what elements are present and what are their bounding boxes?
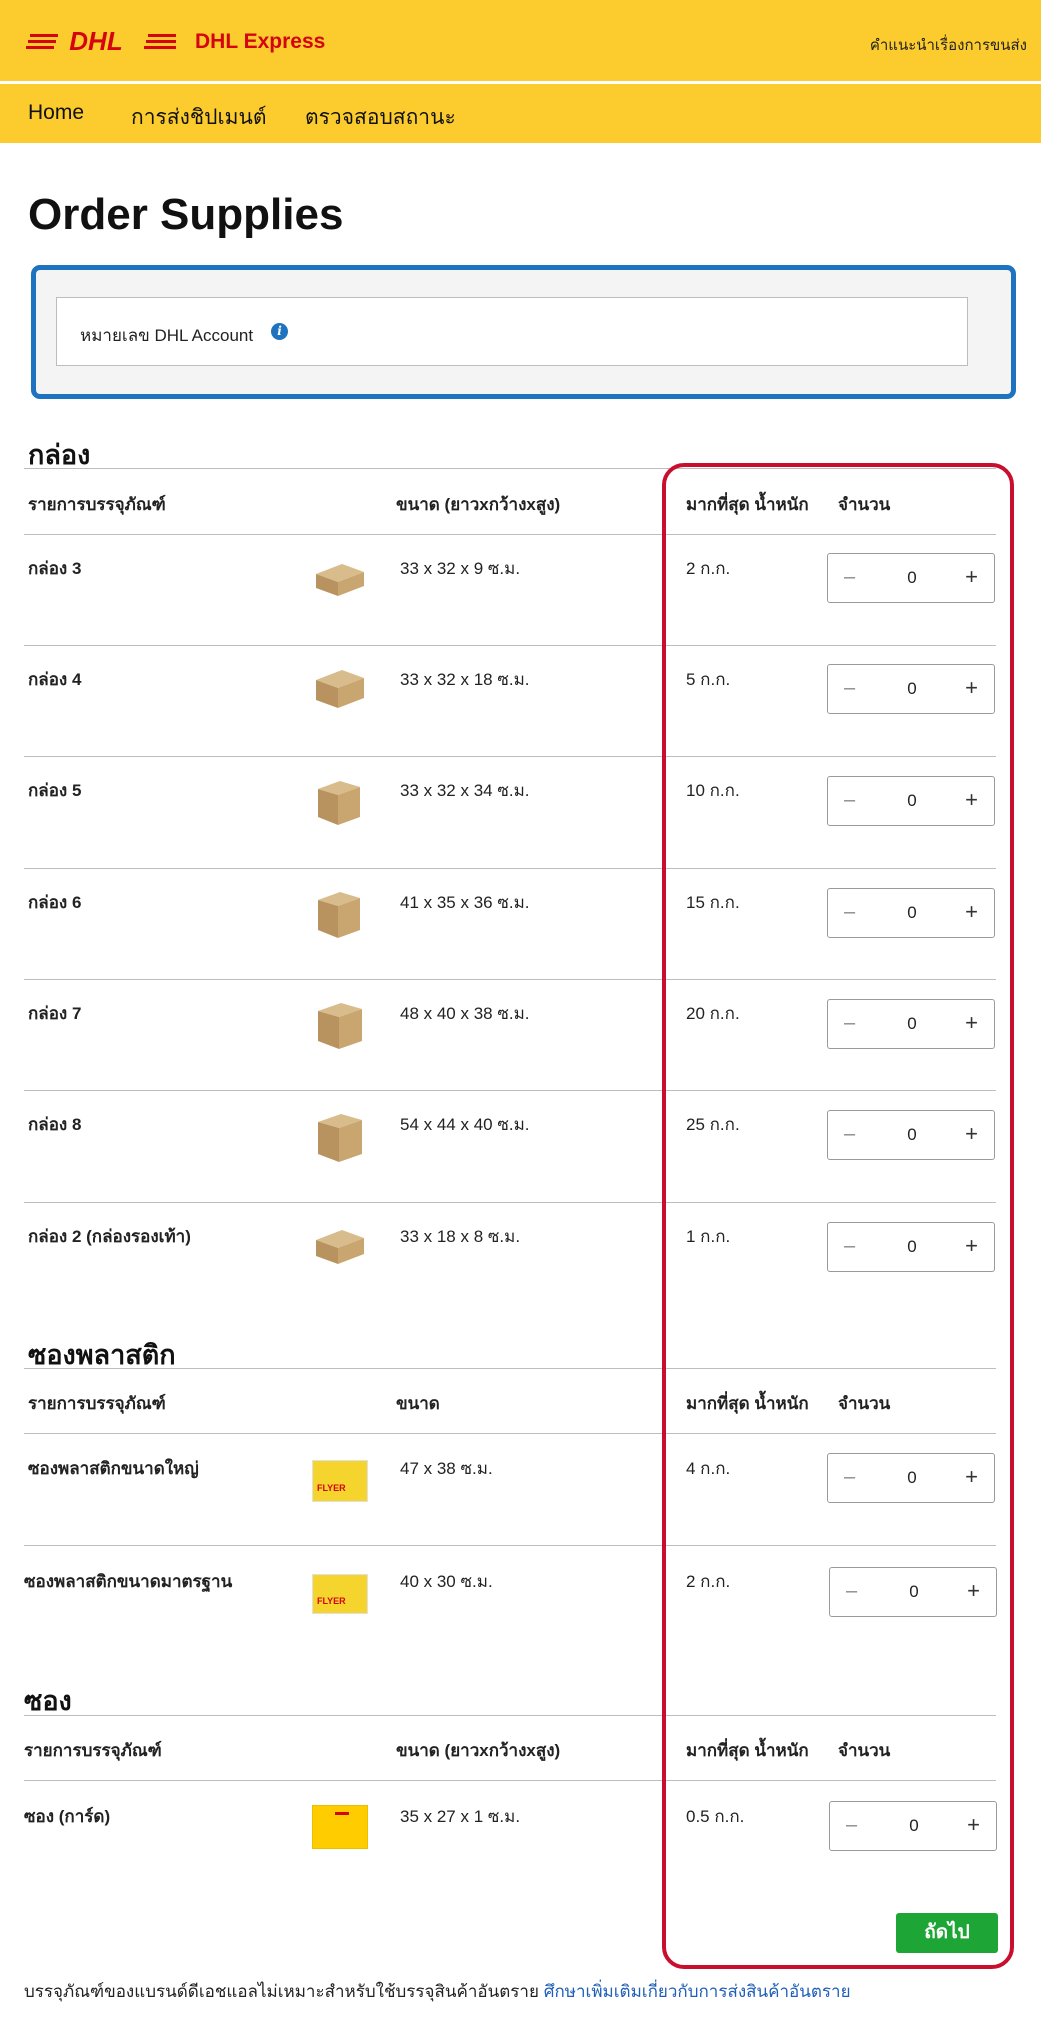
- account-label: หมายเลข DHL Account: [80, 326, 254, 345]
- item-name: กล่อง 4: [28, 670, 82, 689]
- box-thumbnail: [316, 564, 364, 596]
- flyer-thumb-label: FLYER: [317, 1596, 346, 1606]
- col-header-size: ขนาด (ยาวxกว้างxสูง): [396, 1741, 561, 1760]
- box-thumbnail: [316, 1230, 364, 1264]
- info-icon[interactable]: i: [271, 323, 288, 340]
- item-name: กล่อง 3: [28, 559, 82, 578]
- item-name: กล่อง 2 (กล่องรองเท้า): [28, 1227, 191, 1246]
- col-header-size: ขนาด (ยาวxกว้างxสูง): [396, 495, 561, 514]
- nav-home[interactable]: Home: [28, 101, 84, 125]
- flyer-thumb-label: FLYER: [317, 1483, 346, 1493]
- section-title-boxes: กล่อง: [28, 440, 91, 470]
- shipping-help-link[interactable]: คำแนะนำเรื่องการขนส่ง: [870, 33, 1027, 57]
- box-thumbnail: [316, 670, 364, 708]
- envelope-thumbnail: [312, 1805, 368, 1849]
- logo-text: DHL: [69, 26, 122, 56]
- main-nav: Home การส่งชิปเมนต์ ตรวจสอบสถานะ: [0, 84, 1041, 143]
- box-thumbnail: [318, 892, 360, 938]
- dhl-logo[interactable]: DHL: [26, 26, 176, 56]
- box-thumbnail: [318, 1003, 362, 1049]
- item-name: กล่อง 5: [28, 781, 82, 800]
- nav-shipments[interactable]: การส่งชิปเมนต์: [131, 101, 266, 134]
- box-thumbnail: [318, 781, 360, 825]
- flyer-thumbnail: FLYER: [312, 1574, 368, 1614]
- item-size: 33 x 32 x 34 ซ.ม.: [400, 781, 530, 800]
- item-size: 33 x 18 x 8 ซ.ม.: [400, 1227, 521, 1246]
- item-name: ซองพลาสติกขนาดมาตรฐาน: [24, 1572, 233, 1591]
- item-size: 54 x 44 x 40 ซ.ม.: [400, 1115, 530, 1134]
- item-name: กล่อง 8: [28, 1115, 82, 1134]
- item-size: 41 x 35 x 36 ซ.ม.: [400, 893, 530, 912]
- dangerous-goods-note: บรรจุภัณฑ์ของแบรนด์ดีเอชแอลไม่เหมาะสำหรั…: [24, 1978, 851, 2005]
- item-size: 35 x 27 x 1 ซ.ม.: [400, 1807, 521, 1826]
- col-header-size: ขนาด: [396, 1394, 440, 1413]
- item-size: 33 x 32 x 9 ซ.ม.: [400, 559, 521, 578]
- section-title-flyers: ซองพลาสติก: [28, 1340, 176, 1370]
- item-name: ซองพลาสติกขนาดใหญ่: [28, 1459, 199, 1478]
- dangerous-goods-link[interactable]: ศึกษาเพิ่มเติมเกี่ยวกับการส่งสินค้าอันตร…: [544, 1982, 851, 2001]
- quantity-highlight-box: [662, 463, 1014, 1969]
- flyer-thumbnail: FLYER: [312, 1460, 368, 1502]
- item-size: 48 x 40 x 38 ซ.ม.: [400, 1004, 530, 1023]
- footnote-text: บรรจุภัณฑ์ของแบรนด์ดีเอชแอลไม่เหมาะสำหรั…: [24, 1982, 539, 2001]
- box-thumbnail: [318, 1114, 362, 1162]
- top-header: DHL DHL Express คำแนะนำเรื่องการขนส่ง: [0, 0, 1041, 81]
- page-title: Order Supplies: [28, 190, 344, 239]
- item-size: 47 x 38 ซ.ม.: [400, 1459, 493, 1478]
- col-header-item: รายการบรรจุภัณฑ์: [28, 1394, 166, 1413]
- item-size: 33 x 32 x 18 ซ.ม.: [400, 670, 530, 689]
- item-name: กล่อง 7: [28, 1004, 82, 1023]
- col-header-item: รายการบรรจุภัณฑ์: [24, 1741, 162, 1760]
- brand-name: DHL Express: [195, 30, 326, 53]
- item-name: ซอง (การ์ด): [24, 1807, 111, 1826]
- col-header-item: รายการบรรจุภัณฑ์: [28, 495, 166, 514]
- item-size: 40 x 30 ซ.ม.: [400, 1572, 493, 1591]
- item-name: กล่อง 6: [28, 893, 82, 912]
- next-button[interactable]: ถัดไป: [896, 1913, 998, 1953]
- nav-track-status[interactable]: ตรวจสอบสถานะ: [305, 101, 456, 134]
